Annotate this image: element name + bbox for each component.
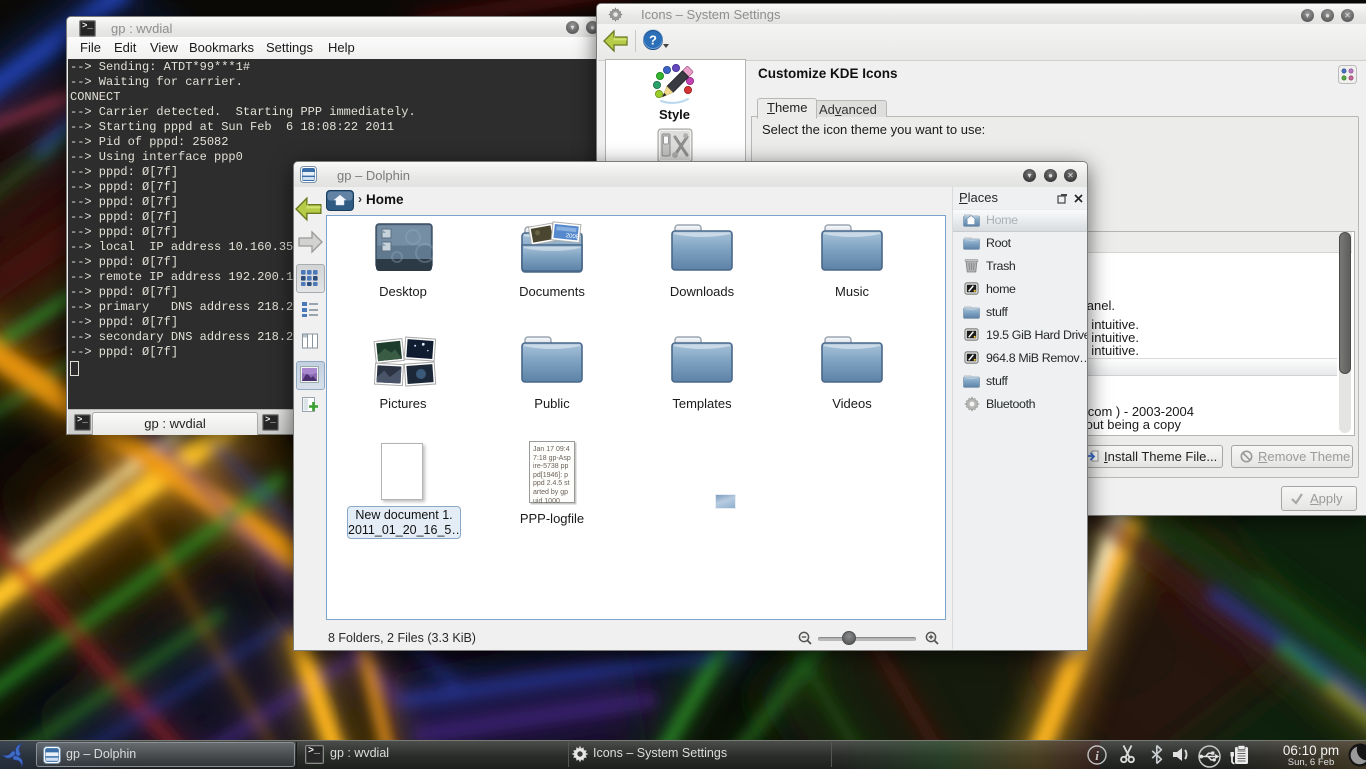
svg-text:?: ? — [649, 33, 657, 48]
svg-text:i: i — [1095, 748, 1099, 763]
